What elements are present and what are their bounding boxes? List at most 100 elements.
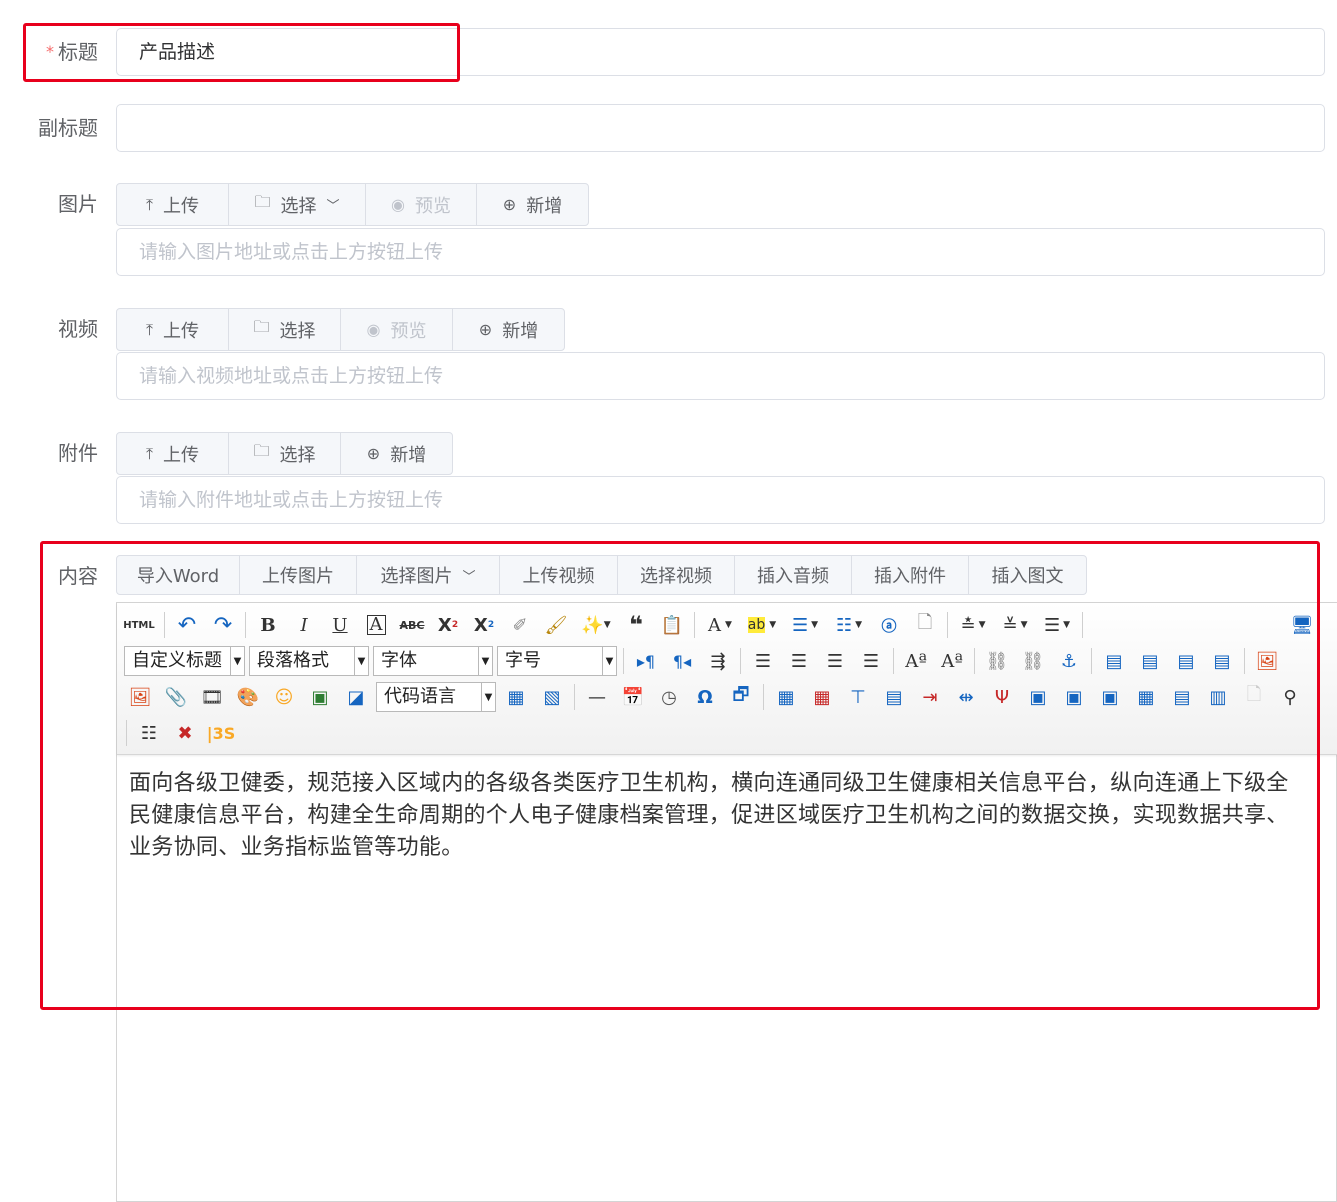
redo-icon[interactable]: ↷ [205, 610, 241, 640]
format-brush-icon[interactable]: 🖌 [538, 610, 574, 640]
attachment-select-button[interactable]: 🗀 选择 [228, 432, 341, 475]
map-icon[interactable]: ◪ [338, 682, 374, 712]
image-select-button[interactable]: 🗀 选择 ﹀ [228, 183, 366, 226]
image-manager-icon[interactable]: ▣ [302, 682, 338, 712]
insert-audio-button[interactable]: 插入音频 [734, 555, 852, 595]
special-chars-icon[interactable]: Ω [687, 682, 723, 712]
background-image-icon[interactable]: ▧ [534, 682, 570, 712]
image-center-icon[interactable]: ▤ [1204, 646, 1240, 676]
link-icon[interactable]: ⛓ [979, 646, 1015, 676]
font-size-select[interactable]: 字号 ▼ [497, 646, 617, 676]
print-icon[interactable]: 🗋 [1236, 682, 1272, 712]
attachment-url-input[interactable]: 请输入附件地址或点击上方按钮上传 [116, 476, 1325, 524]
image-none-icon[interactable]: ▤ [1096, 646, 1132, 676]
import-word-button[interactable]: 导入Word [116, 555, 240, 595]
undo-icon[interactable]: ↶ [169, 610, 205, 640]
attachment-icon[interactable]: 📎 [158, 682, 194, 712]
merge-cells-icon[interactable]: ▣ [1020, 682, 1056, 712]
uppercase-icon[interactable]: Aª [898, 646, 934, 676]
row-spacing-top-icon[interactable]: ≛ ▼ [952, 610, 994, 640]
drafts-icon[interactable]: ✖ [167, 718, 203, 748]
upload-image-button[interactable]: 上传图片 [239, 555, 357, 595]
horizontal-rule-icon[interactable]: — [579, 682, 615, 712]
autotypeset-icon[interactable]: ☷ [131, 718, 167, 748]
video-preview-button[interactable]: ◉ 预览 [340, 308, 453, 351]
preview-monitor-icon[interactable]: 🖥 [1284, 610, 1320, 640]
align-justify-icon[interactable]: ☰ [853, 646, 889, 676]
insert-col-icon[interactable]: ⇹ [948, 682, 984, 712]
search-replace-icon[interactable]: ⚲ [1272, 682, 1308, 712]
row-spacing-bottom-icon[interactable]: ≚ ▼ [994, 610, 1036, 640]
unlink-icon[interactable]: ⛓ [1015, 646, 1051, 676]
scrawl-icon[interactable]: 🎨 [230, 682, 266, 712]
font-family-select[interactable]: 字体 ▼ [373, 646, 493, 676]
direction-ltr-icon[interactable]: ▸¶ [628, 646, 664, 676]
delete-col-icon[interactable]: Ψ [984, 682, 1020, 712]
upload-video-button[interactable]: 上传视频 [499, 555, 618, 595]
video-upload-button[interactable]: ⤒ 上传 [116, 308, 229, 351]
subscript-icon[interactable]: X2 [466, 610, 502, 640]
image-preview-button[interactable]: ◉ 预览 [365, 183, 477, 226]
merge-down-icon[interactable]: ▣ [1092, 682, 1128, 712]
video-icon[interactable]: 🎞 [194, 682, 230, 712]
video-select-button[interactable]: 🗀 选择 [228, 308, 341, 351]
insert-attachment-button[interactable]: 插入附件 [851, 555, 969, 595]
title-input[interactable]: 产品描述 [116, 28, 1325, 76]
italic-icon[interactable]: I [286, 610, 322, 640]
insert-image-icon[interactable]: 🖼 [122, 682, 158, 712]
select-image-button[interactable]: 选择图片 ﹀ [356, 555, 500, 595]
image-left-icon[interactable]: ▤ [1132, 646, 1168, 676]
attachment-add-button[interactable]: ⊕ 新增 [340, 432, 453, 475]
anchor-icon[interactable]: ⚓ [1051, 646, 1087, 676]
insert-table-icon[interactable]: ▦ [768, 682, 804, 712]
magic-wand-icon[interactable]: ✨ ▼ [574, 610, 618, 640]
lowercase-icon[interactable]: Aª [934, 646, 970, 676]
image-upload-button[interactable]: ⤒ 上传 [116, 183, 229, 226]
unordered-list-icon[interactable]: ☷ ▼ [827, 610, 871, 640]
align-right-icon[interactable]: ☰ [817, 646, 853, 676]
subtitle-input[interactable] [116, 104, 1325, 152]
paste-plain-icon[interactable]: 📋 [654, 610, 690, 640]
underline-icon[interactable]: U [322, 610, 358, 640]
font-color-icon[interactable]: A ▼ [699, 610, 741, 640]
code-language-select[interactable]: 代码语言 ▼ [376, 682, 496, 712]
paragraph-format-select[interactable]: 段落格式 ▼ [249, 646, 369, 676]
image-add-button[interactable]: ⊕ 新增 [476, 183, 589, 226]
align-left-icon[interactable]: ☰ [745, 646, 781, 676]
custom-heading-select[interactable]: 自定义标题 ▼ [124, 646, 245, 676]
bold-icon[interactable]: B [250, 610, 286, 640]
insert-article-button[interactable]: 插入图文 [968, 555, 1087, 595]
emotion-icon[interactable]: ☺ [266, 682, 302, 712]
delete-row-icon[interactable]: ⇥ [912, 682, 948, 712]
background-color-icon[interactable]: ab ▼ [741, 610, 783, 640]
select-video-button[interactable]: 选择视频 [617, 555, 735, 595]
image-right-icon[interactable]: ▤ [1168, 646, 1204, 676]
date-icon[interactable]: 📅 [615, 682, 651, 712]
insert-paragraph-before-table-icon[interactable]: ⊤ [840, 682, 876, 712]
time-icon[interactable]: ◷ [651, 682, 687, 712]
template-icon[interactable]: ▦ [498, 682, 534, 712]
video-url-input[interactable]: 请输入视频地址或点击上方按钮上传 [116, 352, 1325, 400]
superscript-icon[interactable]: X2 [430, 610, 466, 640]
delete-table-icon[interactable]: ▦ [804, 682, 840, 712]
blockquote-icon[interactable]: ❝ [618, 610, 654, 640]
ordered-list-icon[interactable]: ☰ ▼ [783, 610, 827, 640]
word-image-icon[interactable]: 🗗 [723, 682, 759, 712]
video-add-button[interactable]: ⊕ 新增 [452, 308, 565, 351]
indent-icon[interactable]: ⇶ [700, 646, 736, 676]
simple-upload-icon[interactable]: 🖼 [1249, 646, 1285, 676]
align-center-icon[interactable]: ☰ [781, 646, 817, 676]
char-count-icon[interactable]: |3S [203, 718, 239, 748]
html-source-icon[interactable]: HTML [118, 610, 160, 640]
font-border-icon[interactable]: A [358, 610, 394, 640]
split-to-cols-icon[interactable]: ▥ [1200, 682, 1236, 712]
split-to-rows-icon[interactable]: ▤ [1164, 682, 1200, 712]
select-all-icon[interactable]: ⓐ [871, 610, 907, 640]
insert-row-icon[interactable]: ▤ [876, 682, 912, 712]
clear-document-icon[interactable]: 🗋 [907, 610, 943, 640]
merge-right-icon[interactable]: ▣ [1056, 682, 1092, 712]
split-to-cells-icon[interactable]: ▦ [1128, 682, 1164, 712]
line-height-icon[interactable]: ☰ ▼ [1036, 610, 1078, 640]
strikethrough-icon[interactable]: ABC [394, 610, 430, 640]
eraser-icon[interactable]: ✐ [502, 610, 538, 640]
